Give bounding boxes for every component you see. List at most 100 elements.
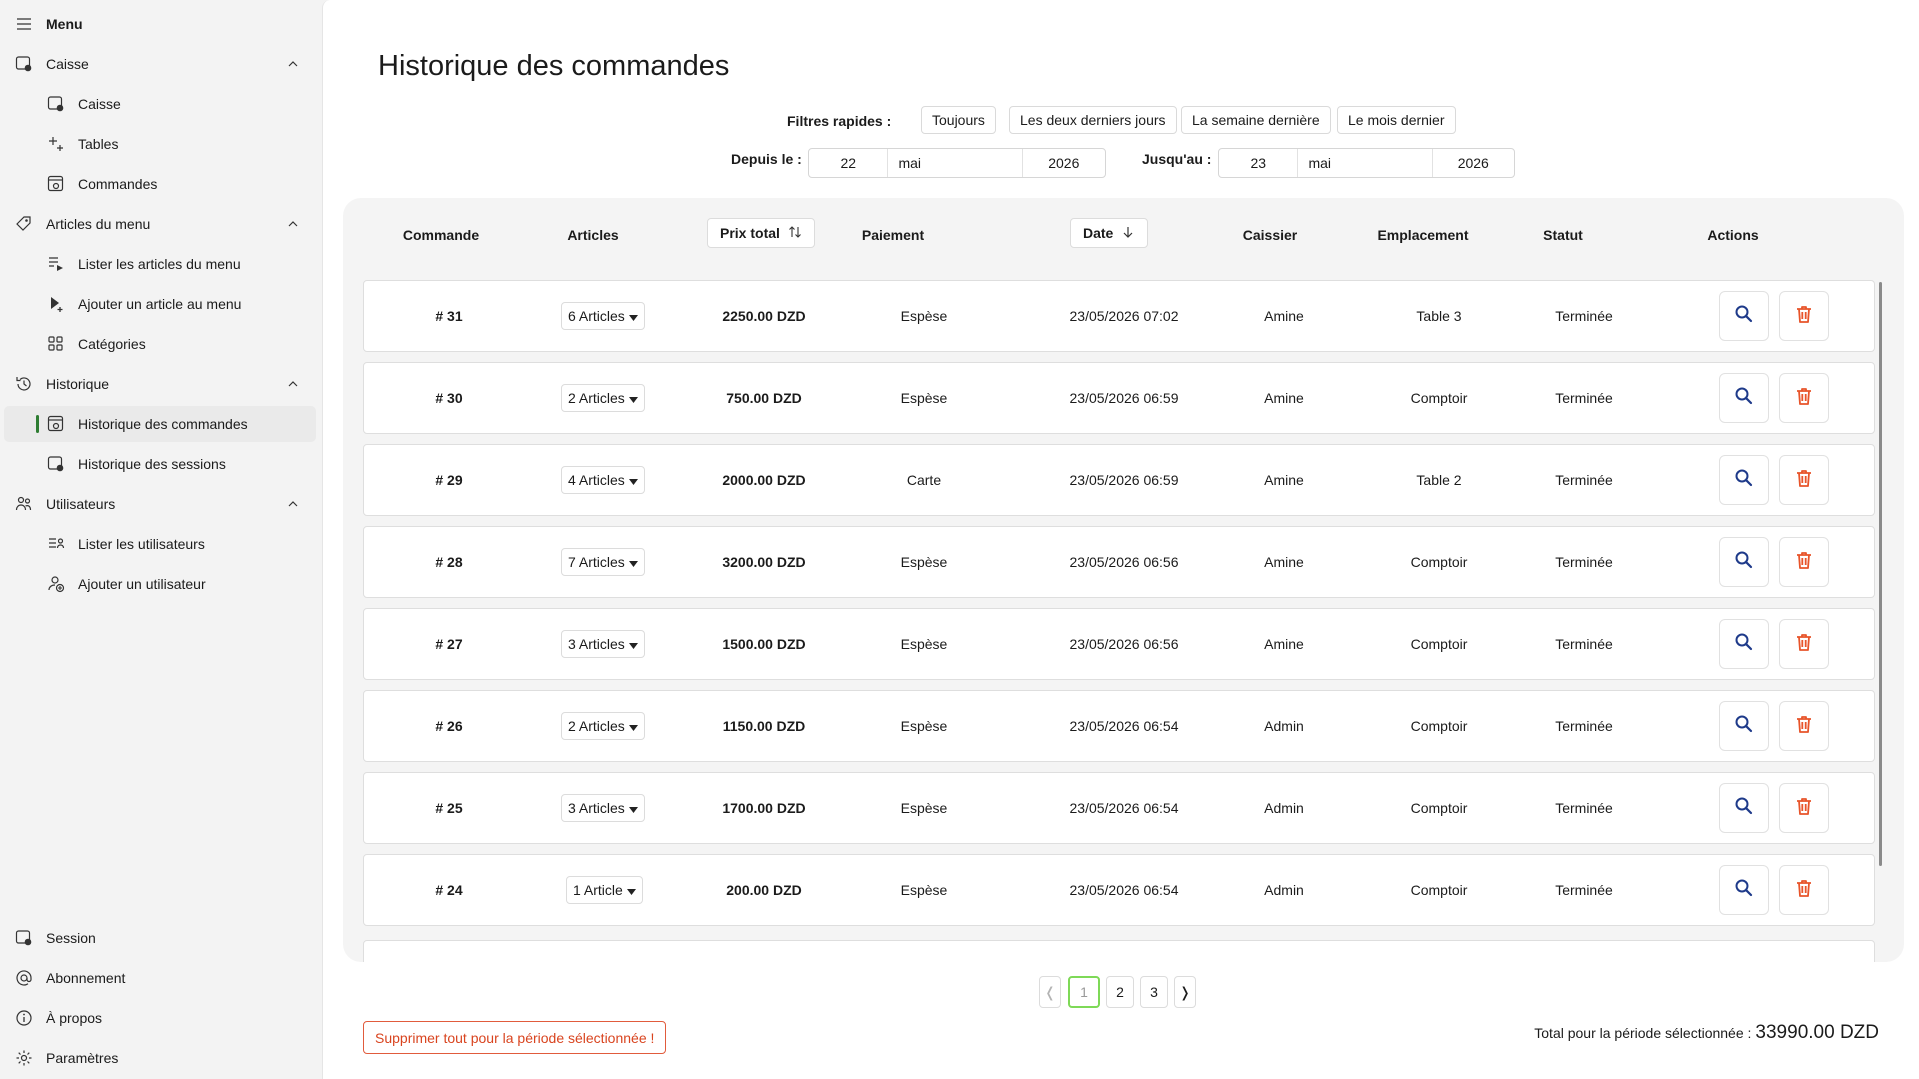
cell-total: 1500.00 DZD [722,636,806,652]
filter-last-week-button[interactable]: La semaine dernière [1181,106,1331,134]
to-date-picker[interactable]: 23 mai 2026 [1218,148,1515,178]
sidebar-item-add-article[interactable]: Ajouter un article au menu [0,286,316,322]
cell-cashier: Admin [1264,882,1304,898]
register-icon [46,94,66,114]
trash-icon [1794,714,1814,739]
sidebar-item-add-user[interactable]: Ajouter un utilisateur [0,566,316,602]
articles-dropdown[interactable]: 6 Articles [561,302,645,330]
caret-down-icon [628,718,638,734]
users-icon [14,494,34,514]
caret-down-icon [628,390,638,406]
pager-next-button[interactable]: ❭ [1174,976,1196,1008]
add-article-icon [46,294,66,314]
register-icon [14,54,34,74]
articles-dropdown[interactable]: 2 Articles [561,384,645,412]
sidebar-item-session-history[interactable]: Historique des sessions [0,446,316,482]
table-row: # 27 1500.00 DZD Espèse 23/05/2026 06:56 Ami… [363,608,1875,680]
chevron-up-icon[interactable] [284,215,302,233]
cell-payment: Espèse [900,390,948,406]
filter-two-days-button[interactable]: Les deux derniers jours [1009,106,1177,134]
sidebar-item-label: Session [46,930,96,946]
menu-toggle[interactable]: Menu [0,6,316,42]
sort-date-button[interactable]: Date [1070,218,1149,248]
sidebar-group-articles[interactable]: Articles du menu [0,206,316,242]
pager-page-1[interactable]: 1 [1068,976,1100,1008]
view-order-button[interactable] [1719,865,1769,915]
cell-cashier: Amine [1264,636,1304,652]
header-cashier: Caissier [1242,227,1298,243]
from-day[interactable]: 22 [809,149,889,177]
view-order-button[interactable] [1719,373,1769,423]
from-month[interactable]: mai [888,149,1023,177]
view-order-button[interactable] [1719,619,1769,669]
delete-order-button[interactable] [1779,701,1829,751]
view-order-button[interactable] [1719,537,1769,587]
delete-order-button[interactable] [1779,865,1829,915]
search-icon [1734,550,1754,575]
pager-prev-button[interactable]: ❬ [1039,976,1061,1008]
chevron-up-icon[interactable] [284,375,302,393]
delete-order-button[interactable] [1779,537,1829,587]
pager-page-2[interactable]: 2 [1106,976,1134,1008]
view-order-button[interactable] [1719,783,1769,833]
from-date-picker[interactable]: 22 mai 2026 [808,148,1106,178]
sidebar-item-categories[interactable]: Catégories [0,326,316,362]
delete-order-button[interactable] [1779,291,1829,341]
sidebar-item-settings[interactable]: Paramètres [0,1040,316,1076]
delete-order-button[interactable] [1779,783,1829,833]
sidebar-group-label: Articles du menu [46,216,151,232]
to-year[interactable]: 2026 [1433,149,1514,177]
sidebar-item-session[interactable]: Session [0,920,316,956]
cell-date: 23/05/2026 06:54 [1069,718,1179,734]
quick-filters-label: Filtres rapides : [787,113,892,129]
view-order-button[interactable] [1719,291,1769,341]
articles-dropdown[interactable]: 7 Articles [561,548,645,576]
sidebar-item-list-articles[interactable]: Lister les articles du menu [0,246,316,282]
sidebar-item-commandes[interactable]: Commandes [0,166,316,202]
articles-dropdown[interactable]: 3 Articles [561,630,645,658]
articles-dropdown[interactable]: 4 Articles [561,466,645,494]
cell-cashier: Admin [1264,800,1304,816]
at-sign-icon [14,968,34,988]
articles-dropdown[interactable]: 2 Articles [561,712,645,740]
delete-all-button[interactable]: Supprimer tout pour la période sélection… [363,1021,667,1054]
trash-icon [1794,386,1814,411]
page-title: Historique des commandes [378,50,730,82]
sidebar-item-label: Historique des sessions [78,456,226,472]
delete-order-button[interactable] [1779,619,1829,669]
vertical-scrollbar[interactable] [1879,282,1882,866]
delete-order-button[interactable] [1779,455,1829,505]
sidebar-group-utilisateurs[interactable]: Utilisateurs [0,486,316,522]
from-year[interactable]: 2026 [1023,149,1105,177]
sidebar-group-caisse[interactable]: Caisse [0,46,316,82]
chevron-up-icon[interactable] [284,55,302,73]
search-icon [1734,304,1754,329]
cell-order: # 24 [435,882,463,898]
cell-total: 750.00 DZD [726,390,802,406]
from-date-label: Depuis le : [731,151,802,167]
filter-always-button[interactable]: Toujours [921,106,996,134]
sort-total-button[interactable]: Prix total [707,218,815,248]
sidebar-item-about[interactable]: À propos [0,1000,316,1036]
articles-dropdown[interactable]: 1 Article [566,876,643,904]
sidebar-item-tables[interactable]: Tables [0,126,316,162]
sidebar-group-historique[interactable]: Historique [0,366,316,402]
sidebar-item-order-history[interactable]: Historique des commandes [4,406,316,442]
to-month[interactable]: mai [1298,149,1433,177]
sidebar-item-label: Caisse [78,96,121,112]
view-order-button[interactable] [1719,701,1769,751]
sidebar-item-caisse[interactable]: Caisse [0,86,316,122]
pager-page-3[interactable]: 3 [1140,976,1168,1008]
chevron-up-icon[interactable] [284,495,302,513]
sidebar-item-label: Paramètres [46,1050,119,1066]
sidebar-item-abonnement[interactable]: Abonnement [0,960,316,996]
cell-order: # 26 [435,718,463,734]
header-location: Emplacement [1377,227,1469,243]
grid-icon [46,334,66,354]
sidebar-item-list-users[interactable]: Lister les utilisateurs [0,526,316,562]
filter-last-month-button[interactable]: Le mois dernier [1337,106,1456,134]
delete-order-button[interactable] [1779,373,1829,423]
view-order-button[interactable] [1719,455,1769,505]
articles-dropdown[interactable]: 3 Articles [561,794,645,822]
to-day[interactable]: 23 [1219,149,1299,177]
